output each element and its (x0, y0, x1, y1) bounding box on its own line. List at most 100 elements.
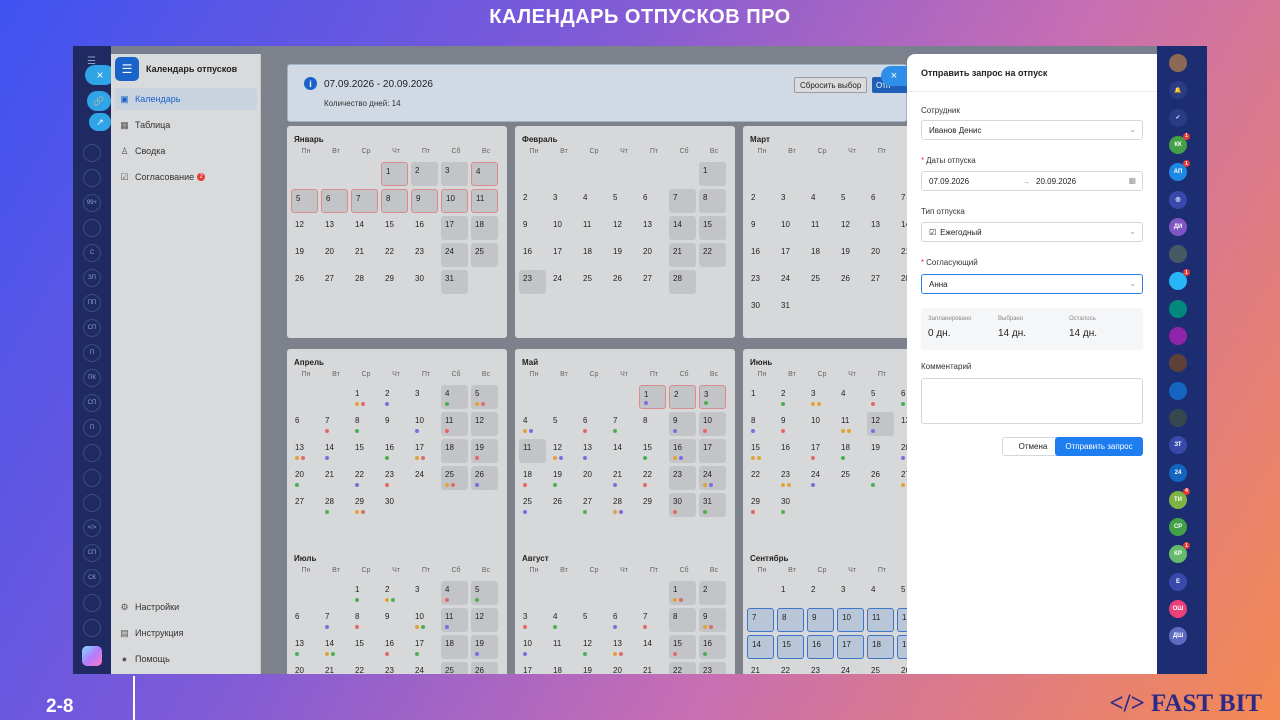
day-cell[interactable]: 24 (549, 270, 576, 294)
day-cell[interactable]: 19 (291, 243, 318, 267)
right-panel-avatar[interactable] (1169, 299, 1187, 318)
day-cell[interactable]: 24 (699, 466, 726, 490)
day-cell[interactable]: 25 (519, 493, 546, 517)
day-cell[interactable]: 6 (867, 189, 894, 213)
day-cell[interactable]: 4 (579, 189, 606, 213)
day-cell[interactable]: 8 (351, 608, 378, 632)
day-cell[interactable]: 3 (777, 189, 804, 213)
day-cell[interactable]: 30 (411, 270, 438, 294)
day-cell[interactable]: 7 (639, 608, 666, 632)
day-cell[interactable]: 16 (807, 635, 834, 659)
day-cell[interactable]: 20 (867, 243, 894, 267)
right-panel-avatar[interactable]: ОШ (1169, 600, 1187, 618)
day-cell[interactable]: 4 (441, 581, 468, 605)
day-cell[interactable]: 14 (609, 439, 636, 463)
day-cell[interactable]: 19 (867, 439, 894, 463)
day-cell[interactable]: 11 (441, 608, 468, 632)
day-cell[interactable]: 3 (549, 189, 576, 213)
day-cell[interactable]: 4 (867, 581, 894, 605)
day-cell[interactable]: 16 (747, 243, 774, 267)
day-cell[interactable]: 19 (471, 439, 498, 463)
day-cell[interactable]: 3 (441, 162, 468, 186)
day-cell[interactable]: 1 (381, 162, 408, 186)
left-menu-item[interactable]: СК (83, 569, 101, 587)
comment-textarea[interactable] (921, 378, 1143, 424)
date-from[interactable]: 07.09.2026 (929, 177, 969, 186)
left-menu-item[interactable]: ПК (83, 369, 101, 387)
day-cell[interactable]: 12 (837, 216, 864, 240)
day-cell[interactable]: 14 (321, 635, 348, 659)
day-cell[interactable]: 5 (867, 385, 894, 409)
day-cell[interactable]: 4 (837, 385, 864, 409)
day-cell[interactable]: 16 (411, 216, 438, 240)
day-cell[interactable]: 2 (747, 189, 774, 213)
external-pill-button[interactable]: ↗ (89, 113, 111, 131)
right-panel-avatar[interactable]: 24 (1169, 463, 1187, 482)
day-cell[interactable]: 22 (669, 662, 696, 674)
day-cell[interactable]: 19 (471, 635, 498, 659)
day-cell[interactable]: 4 (549, 608, 576, 632)
day-cell[interactable]: 6 (321, 189, 348, 213)
day-cell[interactable]: 18 (807, 243, 834, 267)
day-cell[interactable]: 1 (777, 581, 804, 605)
date-range-picker[interactable]: 07.09.2026 → 20.09.2026 ▦ (921, 171, 1143, 191)
day-cell[interactable]: 13 (639, 216, 666, 240)
day-cell[interactable]: 23 (669, 466, 696, 490)
day-cell[interactable]: 24 (837, 662, 864, 674)
day-cell[interactable]: 11 (519, 439, 546, 463)
day-cell[interactable]: 14 (351, 216, 378, 240)
day-cell[interactable]: 5 (291, 189, 318, 213)
close-drawer-button[interactable]: × (881, 66, 907, 86)
day-cell[interactable]: 31 (441, 270, 468, 294)
day-cell[interactable]: 21 (639, 662, 666, 674)
day-cell[interactable]: 8 (639, 412, 666, 436)
day-cell[interactable]: 31 (777, 297, 804, 321)
day-cell[interactable]: 14 (669, 216, 696, 240)
day-cell[interactable]: 3 (411, 581, 438, 605)
day-cell[interactable]: 4 (471, 162, 498, 186)
day-cell[interactable]: 28 (609, 493, 636, 517)
day-cell[interactable]: 7 (669, 189, 696, 213)
day-cell[interactable]: 15 (351, 439, 378, 463)
day-cell[interactable]: 25 (867, 662, 894, 674)
day-cell[interactable]: 30 (777, 493, 804, 517)
day-cell[interactable]: 18 (441, 439, 468, 463)
day-cell[interactable]: 14 (321, 439, 348, 463)
right-panel-avatar[interactable]: ТИ 4 (1169, 487, 1190, 509)
day-cell[interactable]: 2 (807, 581, 834, 605)
left-menu-item[interactable]: СП (83, 394, 101, 412)
day-cell[interactable]: 12 (609, 216, 636, 240)
day-cell[interactable]: 11 (471, 189, 498, 213)
day-cell[interactable]: 6 (609, 608, 636, 632)
right-panel-avatar[interactable]: КК 1 (1169, 132, 1190, 154)
day-cell[interactable]: 2 (669, 385, 696, 409)
link-pill-button[interactable]: 🔗 (87, 91, 111, 111)
day-cell[interactable]: 11 (837, 412, 864, 436)
day-cell[interactable]: 9 (747, 216, 774, 240)
day-cell[interactable]: 13 (291, 439, 318, 463)
day-cell[interactable]: 15 (381, 216, 408, 240)
day-cell[interactable]: 5 (837, 189, 864, 213)
day-cell[interactable]: 8 (747, 412, 774, 436)
day-cell[interactable]: 17 (411, 439, 438, 463)
day-cell[interactable]: 8 (699, 189, 726, 213)
day-cell[interactable]: 29 (639, 493, 666, 517)
day-cell[interactable]: 27 (291, 493, 318, 517)
day-cell[interactable]: 21 (321, 662, 348, 674)
day-cell[interactable]: 13 (321, 216, 348, 240)
day-cell[interactable]: 5 (471, 385, 498, 409)
day-cell[interactable]: 21 (351, 243, 378, 267)
day-cell[interactable]: 12 (867, 412, 894, 436)
day-cell[interactable]: 14 (639, 635, 666, 659)
day-cell[interactable]: 25 (807, 270, 834, 294)
day-cell[interactable]: 25 (441, 662, 468, 674)
day-cell[interactable]: 27 (321, 270, 348, 294)
day-cell[interactable]: 30 (747, 297, 774, 321)
right-panel-avatar[interactable]: 1 (1169, 269, 1190, 291)
day-cell[interactable]: 11 (579, 216, 606, 240)
right-panel-avatar[interactable]: ✓ (1169, 108, 1187, 127)
day-cell[interactable]: 7 (351, 189, 378, 213)
day-cell[interactable]: 17 (837, 635, 864, 659)
day-cell[interactable]: 24 (411, 466, 438, 490)
day-cell[interactable]: 22 (777, 662, 804, 674)
